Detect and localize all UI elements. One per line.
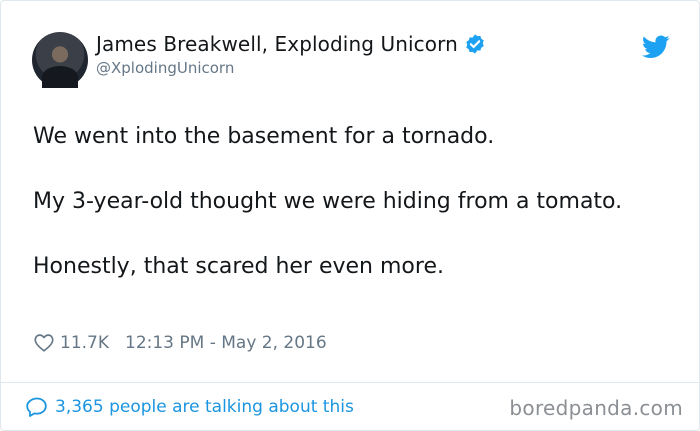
conversation-text[interactable]: 3,365 people are talking about this bbox=[55, 397, 354, 417]
heart-icon[interactable] bbox=[33, 332, 55, 354]
tweet-card: James Breakwell, Exploding Unicorn @Xplo… bbox=[0, 0, 700, 431]
like-count[interactable]: 11.7K bbox=[60, 333, 109, 353]
footer-divider bbox=[1, 382, 699, 383]
author-name-row: James Breakwell, Exploding Unicorn bbox=[96, 32, 486, 56]
author-display-name[interactable]: James Breakwell, Exploding Unicorn bbox=[96, 32, 458, 56]
avatar[interactable] bbox=[32, 32, 88, 88]
conversation-link[interactable]: 3,365 people are talking about this bbox=[25, 395, 354, 419]
watermark: boredpanda.com bbox=[509, 396, 683, 420]
tweet-paragraph: We went into the basement for a tornado. bbox=[33, 124, 495, 149]
twitter-bird-icon[interactable] bbox=[642, 35, 670, 59]
tweet-paragraph: My 3-year-old thought we were hiding fro… bbox=[33, 189, 623, 214]
speech-bubble-icon bbox=[26, 397, 47, 417]
verified-badge-icon bbox=[466, 34, 484, 54]
author-handle[interactable]: @XplodingUnicorn bbox=[96, 59, 234, 77]
tweet-paragraph: Honestly, that scared her even more. bbox=[33, 254, 444, 279]
tweet-meta-row: 11.7K 12:13 PM - May 2, 2016 bbox=[33, 332, 327, 354]
tweet-timestamp[interactable]: 12:13 PM - May 2, 2016 bbox=[125, 333, 327, 353]
tweet-text: We went into the basement for a tornado.… bbox=[33, 120, 653, 283]
